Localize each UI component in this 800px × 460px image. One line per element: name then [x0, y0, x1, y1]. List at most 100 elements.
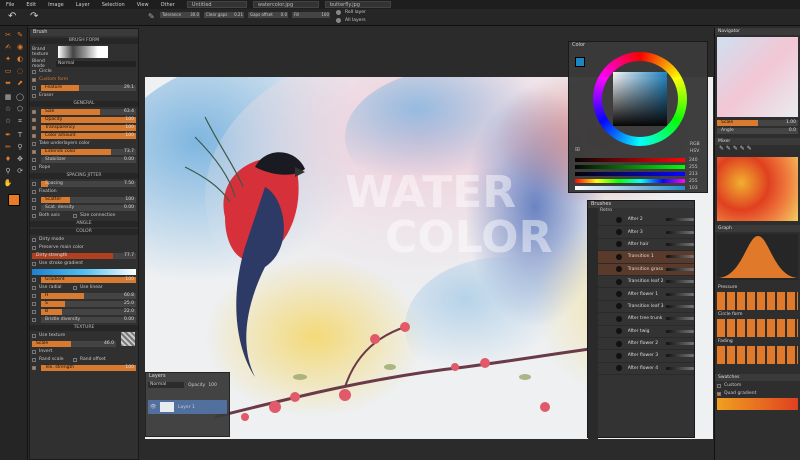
- navigator-thumbnail[interactable]: [717, 37, 798, 117]
- gradient-check[interactable]: [32, 277, 36, 282]
- gradient-tool-icon[interactable]: ◐: [15, 54, 25, 64]
- general-check-0[interactable]: [32, 109, 36, 114]
- menu-view[interactable]: View: [131, 2, 155, 8]
- hsb-check-1[interactable]: [32, 301, 36, 306]
- hsb-slider-b[interactable]: B 22.0: [41, 308, 136, 315]
- extends-check[interactable]: [32, 149, 36, 154]
- hsb-slider-h[interactable]: H 60.8: [41, 292, 136, 299]
- saturation-value-square[interactable]: [613, 72, 667, 126]
- hsb-slider-s[interactable]: S 25.0: [41, 300, 136, 307]
- brush-preset-item[interactable]: After flower 2: [598, 338, 694, 351]
- hsb-check-2[interactable]: [32, 309, 36, 314]
- custom-swatch-radio[interactable]: [717, 383, 721, 388]
- eraser-tool-icon[interactable]: ✏: [3, 142, 13, 152]
- brush-preset-item[interactable]: After flower 4: [598, 363, 694, 376]
- use-radial-check[interactable]: [32, 285, 36, 290]
- general-check-3[interactable]: [32, 133, 36, 138]
- rand-scale-check[interactable]: [32, 357, 36, 362]
- brush-preset-item[interactable]: After flower 3: [598, 350, 694, 363]
- brush-preset-item[interactable]: Transition leaf 2: [598, 276, 694, 289]
- menu-file[interactable]: File: [0, 2, 20, 8]
- layer-blend-select[interactable]: Normal: [148, 382, 184, 388]
- spacing-check[interactable]: [32, 181, 36, 186]
- take-underlayers-check[interactable]: [32, 141, 36, 146]
- bristle-check[interactable]: [32, 317, 36, 322]
- poly-tool-icon[interactable]: ⬠: [15, 104, 25, 114]
- stabilizer-slider[interactable]: Stabilizer 0.00: [41, 156, 136, 163]
- bucket-tool-icon[interactable]: ♦: [3, 154, 13, 164]
- texture-preview[interactable]: [121, 332, 135, 346]
- primary-color-swatch[interactable]: [8, 194, 20, 206]
- fav-tool-icon[interactable]: ☆: [3, 116, 13, 126]
- star-tool-icon[interactable]: ☆: [3, 104, 13, 114]
- shape-tool-icon[interactable]: ▭: [3, 66, 13, 76]
- color-channel-slider-4[interactable]: [575, 186, 685, 190]
- color-channel-value-0[interactable]: 240: [689, 158, 698, 163]
- bristle-diversity-slider[interactable]: Bristle diversity 0.00: [41, 316, 136, 323]
- brush-preset-item[interactable]: Transition leaf 3: [598, 301, 694, 314]
- clear-gaps-slider[interactable]: Clear gaps 0.21: [204, 12, 244, 18]
- menu-image[interactable]: Image: [42, 2, 70, 8]
- quad-gradient-preview[interactable]: [717, 398, 798, 410]
- warp-tool-icon[interactable]: ⬈: [15, 78, 25, 88]
- color-channel-value-1[interactable]: 255: [689, 165, 698, 170]
- select-rect-tool-icon[interactable]: ▦: [3, 92, 13, 102]
- pencil-tool-icon[interactable]: ✎: [15, 30, 25, 40]
- color-channel-value-4[interactable]: 103: [689, 186, 698, 191]
- smudge-tool-icon[interactable]: ✍: [3, 42, 13, 52]
- tolerance-slider[interactable]: Tolerance 30.0: [160, 12, 200, 18]
- mixer-canvas[interactable]: [717, 157, 798, 221]
- use-texture-check[interactable]: [32, 333, 36, 338]
- rotate-tool-icon[interactable]: ⟳: [15, 166, 25, 176]
- preserve-main-check[interactable]: [32, 245, 36, 250]
- tex-strength-slider[interactable]: Tex. strength 100: [41, 364, 136, 371]
- select-ellipse-tool-icon[interactable]: ◯: [15, 92, 25, 102]
- color-mode-icon[interactable]: ⊞: [575, 146, 580, 153]
- roll-layer-radio[interactable]: [336, 10, 341, 15]
- brush-preset-item[interactable]: After flower 1: [598, 288, 694, 301]
- eraser-check[interactable]: [32, 93, 36, 98]
- size-connection-check[interactable]: [73, 213, 77, 218]
- nav-scale-slider[interactable]: Scale 1.00: [717, 119, 798, 126]
- use-linear-check[interactable]: [73, 285, 77, 290]
- color-channel-value-3[interactable]: 255: [689, 179, 698, 184]
- invert-check[interactable]: [32, 349, 36, 354]
- menu-layer[interactable]: Layer: [70, 2, 96, 8]
- eyedropper-tool-icon[interactable]: ⚲: [15, 142, 25, 152]
- layer-visibility-icon[interactable]: 👁: [150, 404, 156, 410]
- menu-selection[interactable]: Selection: [96, 2, 131, 8]
- brush-preset-item[interactable]: After 3: [598, 226, 694, 239]
- brush-preset-item[interactable]: After tree trunk: [598, 313, 694, 326]
- zoom-tool-icon[interactable]: ⚲: [3, 166, 13, 176]
- fixation-check[interactable]: [32, 189, 36, 194]
- brush-tool-icon[interactable]: ✂: [3, 30, 13, 40]
- lasso-tool-icon[interactable]: ◌: [15, 66, 25, 76]
- nav-angle-slider[interactable]: Angle 0.0: [717, 127, 798, 134]
- blur-tool-icon[interactable]: ◉: [15, 42, 25, 52]
- all-layers-radio[interactable]: [336, 18, 341, 23]
- brush-preset-item[interactable]: After 2: [598, 214, 694, 227]
- feature-slider[interactable]: Feature 29.1: [41, 84, 136, 91]
- gradient-slider[interactable]: Gradient 100: [41, 276, 136, 283]
- circle-radio[interactable]: [32, 69, 36, 74]
- general-slider-color-amount[interactable]: Color amount 100: [41, 132, 136, 139]
- move-tool-icon[interactable]: ✥: [15, 154, 25, 164]
- general-slider-transparency[interactable]: Transparency 100: [41, 124, 136, 131]
- both-axis-check[interactable]: [32, 213, 36, 218]
- fill-slider[interactable]: Fill 100: [292, 12, 330, 18]
- undo-icon[interactable]: ↶: [8, 11, 16, 22]
- color-channel-slider-1[interactable]: [575, 165, 685, 169]
- brush-preset-item[interactable]: Transition 1: [598, 251, 694, 264]
- text-tool-icon[interactable]: T: [15, 130, 25, 140]
- scatter-slider[interactable]: Scatter 100: [41, 196, 136, 203]
- scatter-check[interactable]: [32, 197, 36, 202]
- quad-gradient-radio[interactable]: [717, 391, 721, 396]
- color-channel-slider-0[interactable]: [575, 158, 685, 162]
- brush-preset-item[interactable]: After hair: [598, 239, 694, 252]
- hsb-check-0[interactable]: [32, 293, 36, 298]
- layer-name[interactable]: Layer 1: [178, 405, 195, 410]
- color-channel-value-2[interactable]: 213: [689, 172, 698, 177]
- spacing-slider[interactable]: Spacing 7.50: [41, 180, 136, 187]
- scat-density-check[interactable]: [32, 205, 36, 210]
- menu-other[interactable]: Other: [155, 2, 181, 8]
